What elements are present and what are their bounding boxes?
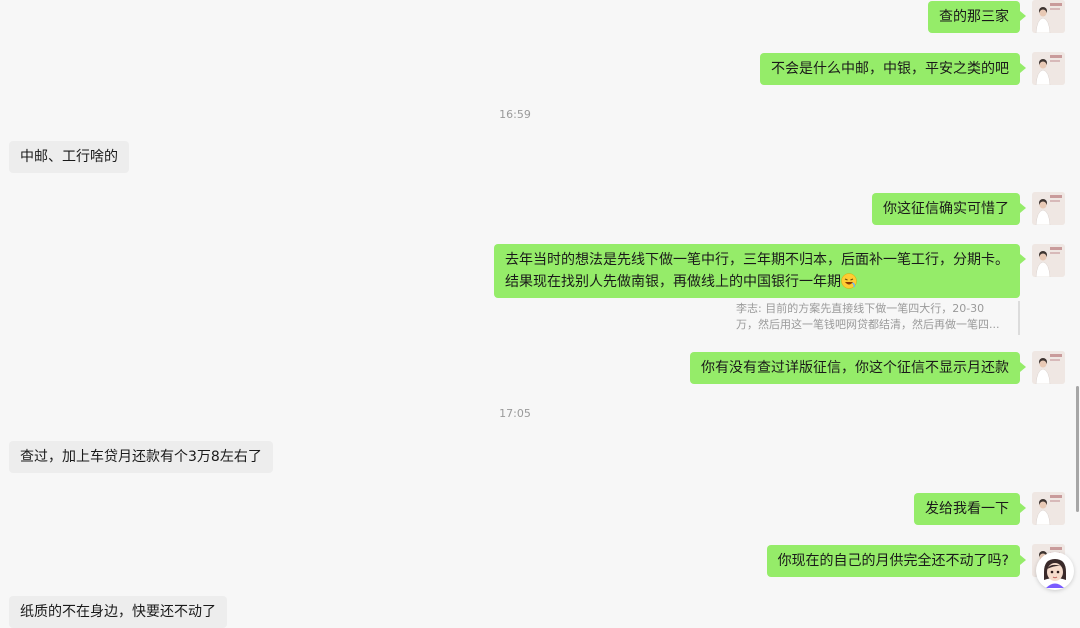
message-line: 结果现在找别人先做南银，再做线上的中国银行一年期 (505, 271, 1009, 293)
message-bubble-outgoing[interactable]: 你这征信确实可惜了 (872, 193, 1026, 225)
scrollbar-thumb[interactable] (1076, 386, 1079, 512)
timestamp: 17:05 (499, 407, 531, 420)
message-line: 去年当时的想法是先线下做一笔中行，三年期不归本，后面补一笔工行，分期卡。 (505, 252, 1009, 268)
self-avatar-icon[interactable] (1032, 492, 1065, 525)
self-avatar-icon[interactable] (1032, 0, 1065, 33)
message-bubble-outgoing[interactable]: 你现在的自己的月供完全还不动了吗? (766, 545, 1027, 577)
message-bubble-outgoing[interactable]: 去年当时的想法是先线下做一笔中行，三年期不归本，后面补一笔工行，分期卡。 结果现… (494, 244, 1026, 298)
message-bubble-outgoing[interactable]: 查的那三家 (928, 1, 1026, 33)
message-bubble-incoming[interactable]: 中邮、工行啥的 (9, 141, 129, 173)
laughing-face-emoji (841, 273, 857, 289)
timestamp: 16:59 (499, 108, 531, 121)
message-bubble-incoming[interactable]: 查过，加上车贷月还款有个3万8左右了 (9, 441, 273, 473)
self-avatar-icon[interactable] (1032, 244, 1065, 277)
message-bubble-outgoing[interactable]: 不会是什么中邮，中银，平安之类的吧 (760, 53, 1026, 85)
self-avatar-icon[interactable] (1032, 192, 1065, 225)
message-bubble-outgoing[interactable]: 发给我看一下 (914, 493, 1026, 525)
message-bubble-outgoing[interactable]: 你有没有查过详版征信，你这个征信不显示月还款 (690, 352, 1026, 384)
self-avatar-icon[interactable] (1032, 351, 1065, 384)
assistant-avatar-icon[interactable] (1036, 552, 1074, 590)
quote-line: 李志: 目前的方案先直接线下做一笔四大行，20-30 (736, 302, 985, 315)
self-avatar-icon[interactable] (1032, 52, 1065, 85)
quoted-message[interactable]: 李志: 目前的方案先直接线下做一笔四大行，20-30 万，然后用这一笔钱吧网贷都… (736, 301, 1020, 335)
message-bubble-incoming[interactable]: 纸质的不在身边，快要还不动了 (9, 596, 227, 628)
quote-line: 万，然后用这一笔钱吧网贷都结清，然后再做一笔四... (736, 318, 1000, 331)
